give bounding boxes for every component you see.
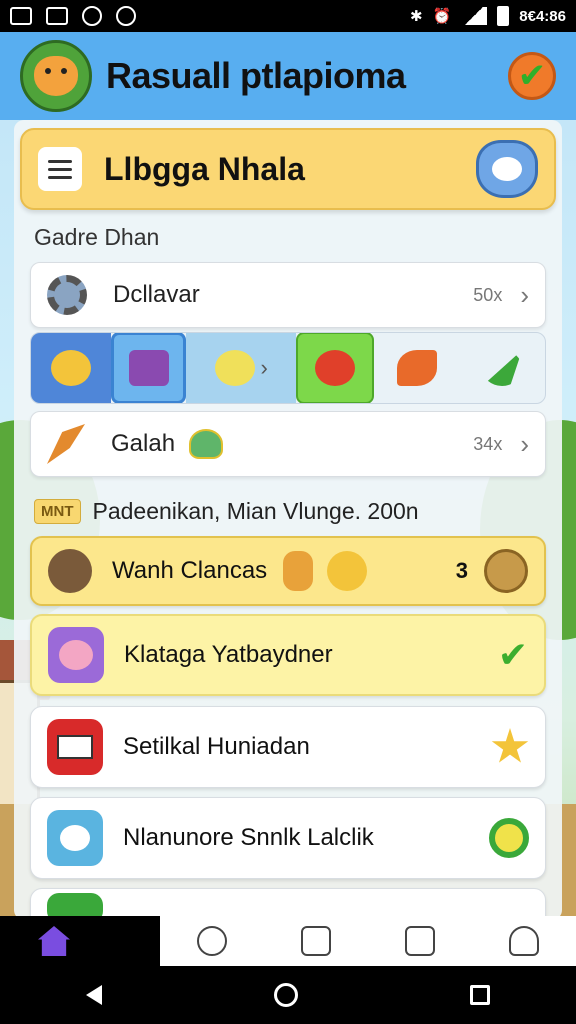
bear-character-icon bbox=[283, 551, 314, 591]
alarm-icon: ⏰ bbox=[432, 8, 452, 25]
list-row-galah[interactable]: Galah 34x › bbox=[30, 411, 546, 477]
promo-text: Padeenikan, Mian Vlunge. 200n bbox=[92, 498, 419, 524]
title-card: Llbgga Nhala bbox=[20, 128, 556, 210]
recent-apps-icon[interactable] bbox=[470, 985, 490, 1005]
chevron-right-icon: › bbox=[520, 279, 529, 310]
confirm-button[interactable]: ✔ bbox=[508, 52, 556, 100]
carousel-item[interactable] bbox=[374, 333, 460, 403]
checkmark-icon: ✔ bbox=[517, 57, 547, 95]
battery-icon bbox=[497, 6, 510, 26]
gear-icon bbox=[47, 275, 87, 315]
app-header: Rasuall ptlapioma ✔ bbox=[0, 32, 576, 120]
nav-characters[interactable] bbox=[160, 916, 264, 966]
bluetooth-icon: ✱ bbox=[410, 8, 423, 25]
character-carousel[interactable]: › bbox=[30, 332, 546, 404]
checkmark-icon: ✔ bbox=[497, 634, 528, 675]
nav-shop[interactable] bbox=[264, 916, 368, 966]
smiley-icon bbox=[50, 350, 91, 386]
green-circle-icon bbox=[489, 818, 529, 858]
carousel-item[interactable] bbox=[31, 333, 111, 403]
info-notification-icon bbox=[116, 6, 136, 26]
app-title: Rasuall ptlapioma bbox=[106, 55, 406, 96]
chat-icon bbox=[405, 926, 435, 956]
home-button-icon[interactable] bbox=[274, 983, 298, 1007]
clock: 8€4:86 bbox=[519, 7, 566, 25]
ghost-character-icon bbox=[189, 429, 224, 459]
ladybug-icon bbox=[314, 350, 355, 386]
chevron-right-icon: › bbox=[520, 428, 529, 459]
fox-logo-icon[interactable] bbox=[20, 40, 92, 112]
card-wanh-clancas[interactable]: Wanh Clancas 3 bbox=[30, 536, 546, 606]
row-label: Galah bbox=[111, 430, 176, 457]
chevron-right-icon: › bbox=[260, 355, 268, 380]
home-icon bbox=[38, 926, 70, 956]
system-navigation-bar bbox=[0, 966, 576, 1024]
piano-app-icon bbox=[47, 719, 103, 775]
nav-home[interactable] bbox=[0, 916, 160, 966]
card-label: Klataga Yatbaydner bbox=[124, 641, 333, 668]
promo-tag: MNT bbox=[34, 499, 81, 524]
carousel-item[interactable]: › bbox=[186, 333, 296, 403]
character-portrait-icon bbox=[128, 350, 169, 386]
page-title: Llbgga Nhala bbox=[104, 150, 305, 187]
fish-icon bbox=[396, 350, 437, 386]
pig-app-icon bbox=[48, 627, 104, 683]
image-notification-icon bbox=[46, 7, 68, 25]
cat-app-icon bbox=[47, 810, 103, 866]
list-row-settings[interactable]: Dcllavar 50x › bbox=[30, 262, 546, 328]
leaf-icon bbox=[482, 350, 523, 386]
card-label: Nlanunore Snnlk Lalclik bbox=[123, 824, 374, 851]
card-setilkal[interactable]: Setilkal Huniadan bbox=[30, 706, 546, 788]
menu-button[interactable] bbox=[38, 147, 82, 191]
star-icon bbox=[491, 728, 529, 763]
card-label: Wanh Clancas bbox=[112, 557, 268, 584]
section-label: Gadre Dhan bbox=[34, 224, 160, 250]
profile-icon bbox=[509, 926, 539, 956]
card-nlanunore[interactable]: Nlanunore Snnlk Lalclik bbox=[30, 797, 546, 879]
carrot-icon bbox=[47, 424, 85, 464]
carousel-item[interactable] bbox=[295, 333, 374, 403]
bottom-navigation bbox=[0, 916, 576, 966]
card-count: 3 bbox=[455, 558, 468, 583]
nav-profile[interactable] bbox=[472, 916, 576, 966]
card-label: Setilkal Huniadan bbox=[123, 733, 310, 760]
card-klataga[interactable]: Klataga Yatbaydner ✔ bbox=[30, 614, 546, 696]
app-notification-icon bbox=[82, 6, 102, 26]
carousel-item-selected[interactable] bbox=[110, 333, 187, 403]
nav-messages[interactable] bbox=[368, 916, 472, 966]
status-bar: ✱ ⏰ 8€4:86 bbox=[0, 0, 576, 32]
row-label: Dcllavar bbox=[113, 281, 200, 308]
flower-character-icon bbox=[214, 350, 255, 386]
character-icon bbox=[197, 926, 227, 956]
row-value: 34x bbox=[473, 433, 503, 454]
mascot-icon[interactable] bbox=[476, 140, 538, 198]
coin-icon bbox=[484, 549, 528, 593]
carousel-item[interactable] bbox=[459, 333, 545, 403]
signal-icon bbox=[461, 7, 488, 25]
promo-line: MNT Padeenikan, Mian Vlunge. 200n bbox=[34, 498, 419, 525]
back-icon[interactable] bbox=[86, 985, 102, 1005]
row-value: 50x bbox=[473, 284, 503, 305]
shopping-bag-icon bbox=[301, 926, 331, 956]
pirate-character-icon bbox=[48, 549, 92, 593]
lion-character-icon bbox=[327, 551, 368, 591]
gallery-notification-icon bbox=[10, 7, 32, 25]
